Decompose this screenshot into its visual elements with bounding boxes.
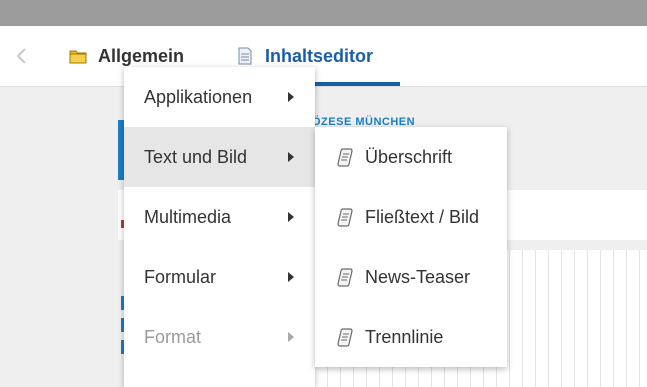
submenu-item-ueberschrift[interactable]: Überschrift bbox=[315, 127, 507, 187]
tab-general-label: Allgemein bbox=[98, 45, 185, 66]
menu-item-applikationen[interactable]: Applikationen bbox=[124, 67, 315, 127]
submenu-item-label: News-Teaser bbox=[365, 266, 471, 287]
context-menu: Applikationen Text und Bild Multimedia F… bbox=[124, 67, 315, 387]
chevron-left-icon[interactable] bbox=[13, 46, 31, 66]
menu-item-text-und-bild[interactable]: Text und Bild bbox=[124, 127, 315, 187]
menu-item-label: Multimedia bbox=[144, 206, 232, 227]
submenu-item-news-teaser[interactable]: News-Teaser bbox=[315, 247, 507, 307]
menu-item-multimedia[interactable]: Multimedia bbox=[124, 187, 315, 247]
top-bar bbox=[0, 0, 647, 26]
menu-item-label: Applikationen bbox=[144, 86, 253, 107]
chevron-right-icon bbox=[288, 152, 294, 162]
scroll-icon bbox=[335, 207, 355, 227]
menu-item-label: Formular bbox=[144, 266, 217, 287]
chevron-right-icon bbox=[288, 92, 294, 102]
submenu-item-fliesstext-bild[interactable]: Fließtext / Bild bbox=[315, 187, 507, 247]
menu-item-format: Format bbox=[124, 307, 315, 367]
tab-content-editor-label: Inhaltseditor bbox=[265, 45, 374, 66]
menu-item-label: Format bbox=[144, 326, 202, 347]
document-icon bbox=[235, 46, 255, 66]
folder-icon bbox=[68, 46, 88, 66]
scroll-icon bbox=[335, 267, 355, 287]
menu-item-formular[interactable]: Formular bbox=[124, 247, 315, 307]
submenu-item-label: Trennlinie bbox=[365, 326, 444, 347]
chevron-right-icon bbox=[288, 272, 294, 282]
chevron-right-icon bbox=[288, 212, 294, 222]
menu-item-label: Text und Bild bbox=[144, 146, 248, 167]
scroll-icon bbox=[335, 147, 355, 167]
chevron-right-icon bbox=[288, 332, 294, 342]
tab-bar: Allgemein Inhaltseditor bbox=[0, 26, 647, 87]
submenu-text-und-bild: Überschrift Fließtext / Bild News-Teaser bbox=[315, 127, 507, 367]
submenu-item-trennlinie[interactable]: Trennlinie bbox=[315, 307, 507, 367]
submenu-item-label: Überschrift bbox=[365, 146, 453, 167]
submenu-item-label: Fließtext / Bild bbox=[365, 206, 480, 227]
scroll-icon bbox=[335, 327, 355, 347]
